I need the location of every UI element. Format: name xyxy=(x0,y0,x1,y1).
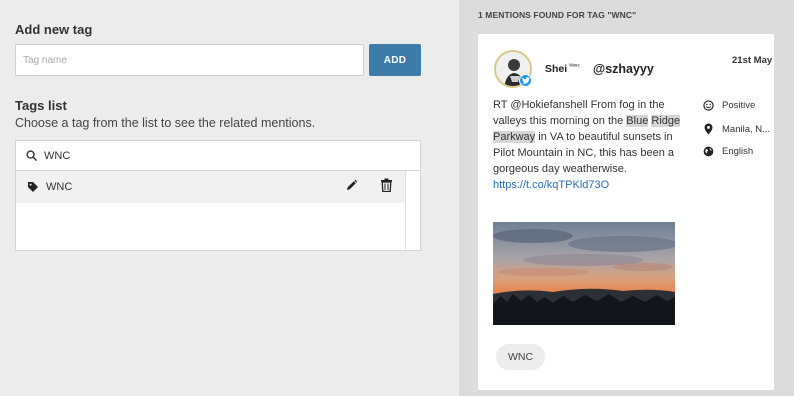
globe-icon xyxy=(703,146,714,157)
tag-search-field[interactable]: WNC xyxy=(15,140,421,171)
location-info: Manila, N... xyxy=(703,123,770,135)
user-handle[interactable]: @szhayyy xyxy=(593,62,654,76)
tag-list-item[interactable]: WNC xyxy=(16,171,406,203)
twitter-icon xyxy=(519,74,532,87)
mention-text: RT @Hokiefanshell From fog in the valley… xyxy=(493,99,681,191)
user-name-text: Shei xyxy=(545,63,568,75)
search-icon xyxy=(26,150,37,161)
tag-icon xyxy=(28,182,38,192)
sentiment-info: Positive xyxy=(703,100,755,111)
add-tag-button[interactable]: ADD xyxy=(369,44,421,76)
mentions-count-title: 1 MENTIONS FOUND FOR TAG "WNC" xyxy=(478,10,637,20)
keyword-highlight: Parkway xyxy=(493,131,536,143)
tag-manager-panel: Add new tag ADD Tags list Choose a tag f… xyxy=(0,0,459,396)
tags-list-heading: Tags list xyxy=(15,98,67,113)
location-label: Manila, N... xyxy=(722,123,771,135)
tags-list-subtitle: Choose a tag from the list to see the re… xyxy=(15,116,316,130)
pencil-icon[interactable] xyxy=(345,179,358,192)
add-tag-heading: Add new tag xyxy=(15,22,93,37)
language-info: English xyxy=(703,146,753,157)
keyword-highlight: Ridge xyxy=(651,115,681,127)
trash-icon[interactable] xyxy=(380,178,393,192)
search-value: WNC xyxy=(44,149,71,162)
user-name-suffix: ᵂᵃᶰᶻ xyxy=(569,64,580,70)
mentions-panel: 1 MENTIONS FOUND FOR TAG "WNC" Shei ᵂᵃᶰᶻ … xyxy=(459,0,794,396)
keyword-highlight: Blue xyxy=(626,115,649,127)
location-pin-icon xyxy=(704,123,713,135)
mention-link[interactable]: https://t.co/kqTPKld73O xyxy=(493,179,609,191)
mention-date: 21st May xyxy=(732,55,773,66)
smiley-icon xyxy=(703,100,714,111)
mention-photo[interactable] xyxy=(493,222,675,325)
mention-tag-chip[interactable]: WNC xyxy=(496,344,546,370)
list-scrollbar[interactable] xyxy=(405,171,406,250)
tag-name-input[interactable] xyxy=(15,44,364,76)
language-label: English xyxy=(722,146,754,157)
mention-card: Shei ᵂᵃᶰᶻ @szhayyy 21st May RT @Hokiefans… xyxy=(478,34,774,390)
sentiment-label: Positive xyxy=(722,100,756,111)
user-display-name[interactable]: Shei ᵂᵃᶰᶻ xyxy=(545,63,580,75)
tags-list: WNC xyxy=(15,170,421,251)
tag-list-item-label: WNC xyxy=(46,181,73,193)
